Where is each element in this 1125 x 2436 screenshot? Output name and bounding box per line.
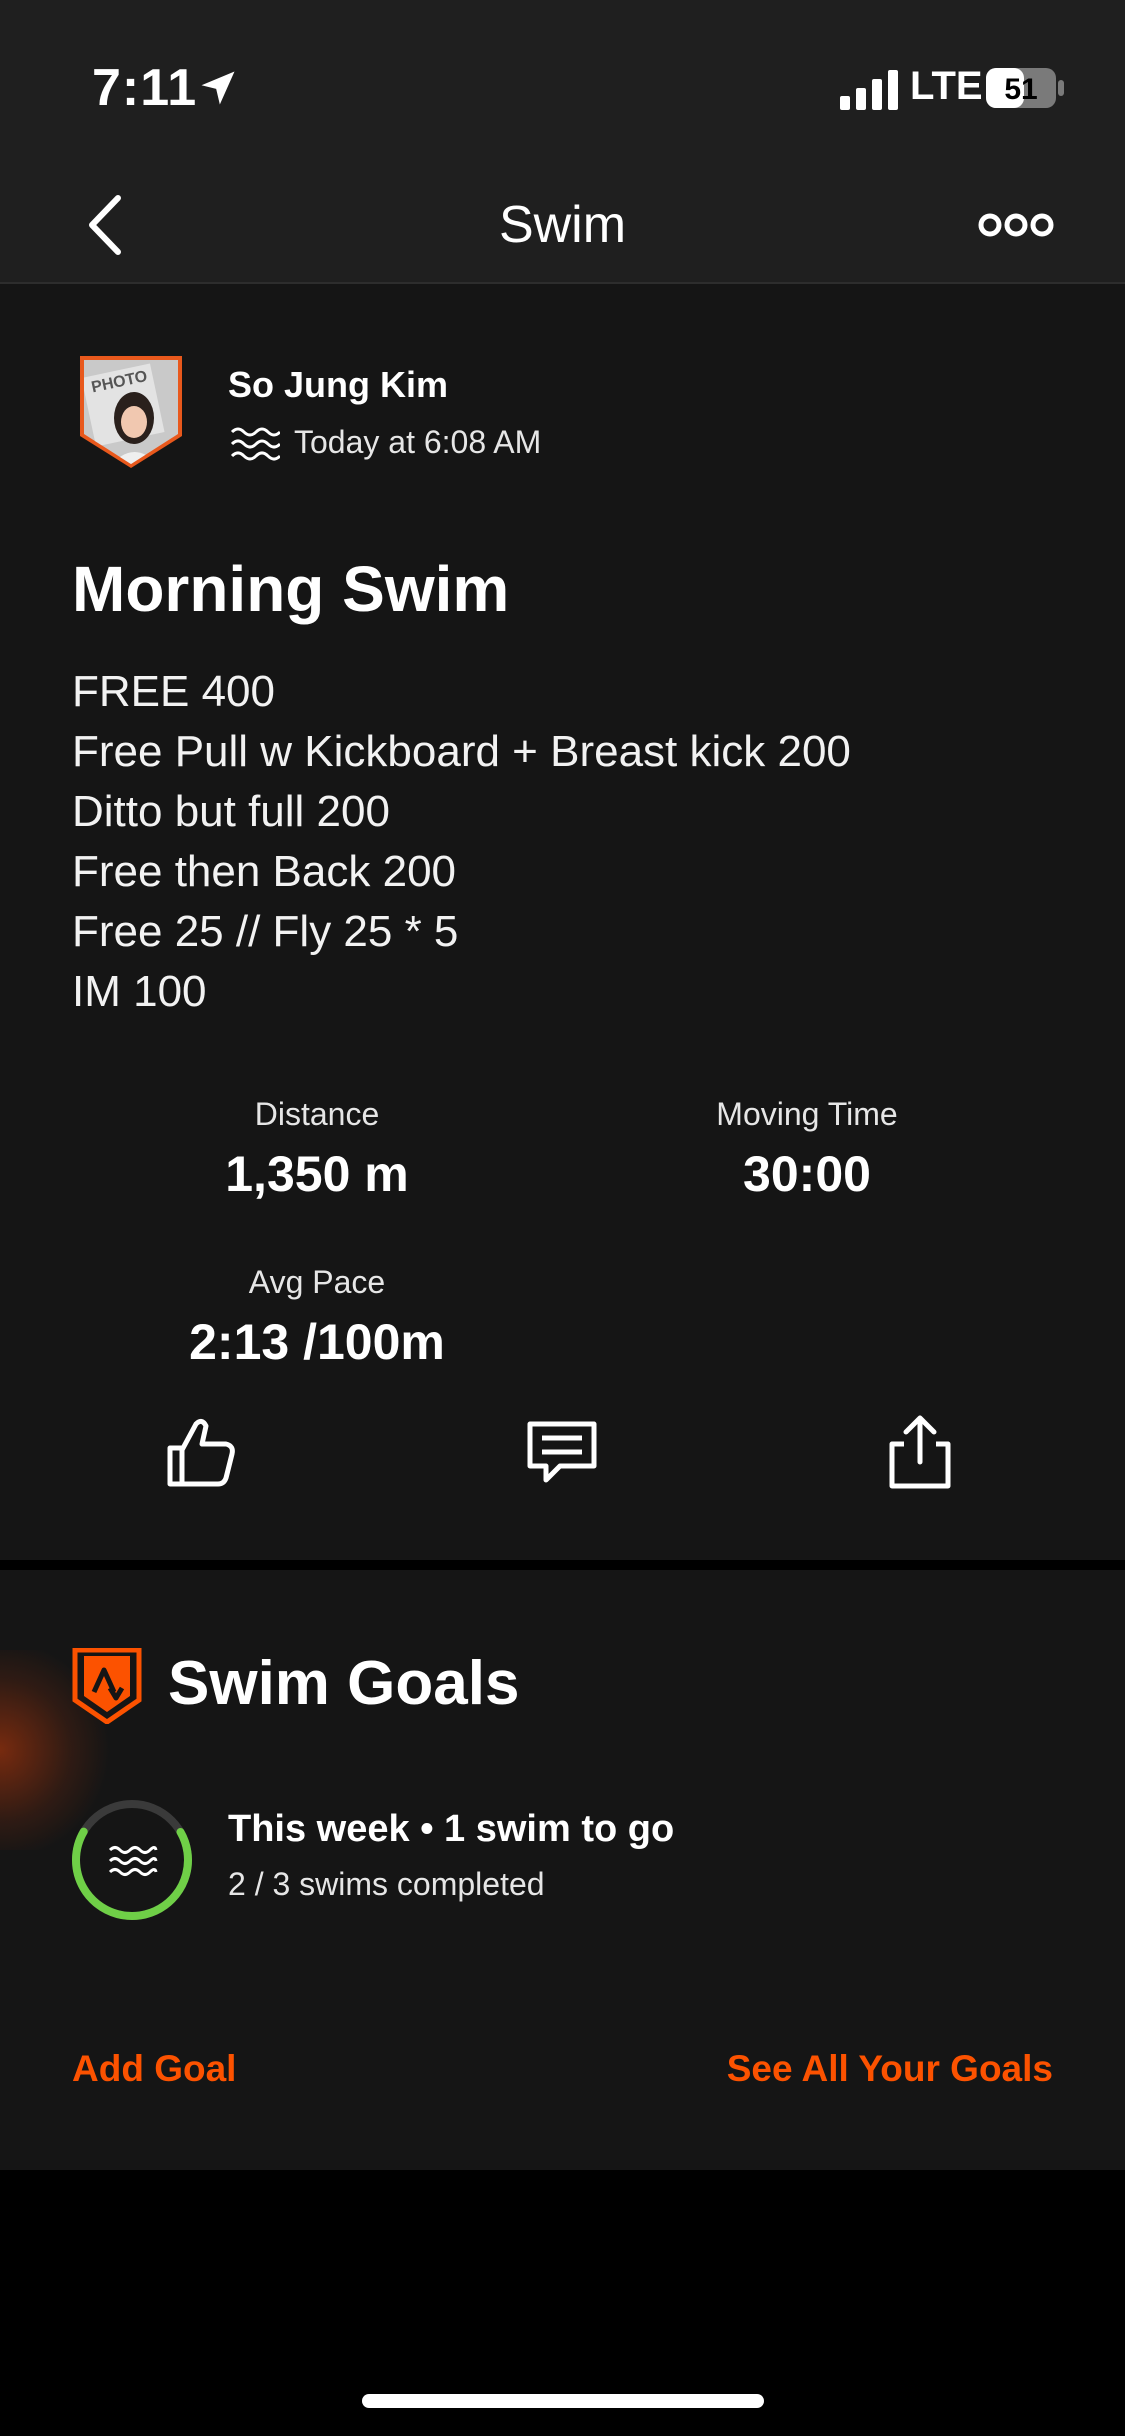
activity-card: PHOTO So Jung Kim Today at 6:08 AM Morni… bbox=[0, 284, 1125, 1560]
description-line: Free 25 // Fly 25 * 5 bbox=[72, 907, 459, 956]
goal-headline: This week • 1 swim to go bbox=[228, 1808, 675, 1850]
location-arrow-icon bbox=[201, 71, 235, 105]
stat-avg-pace: Avg Pace 2:13 /100m bbox=[117, 1264, 517, 1371]
swim-icon bbox=[230, 427, 280, 461]
network-type: LTE bbox=[910, 64, 983, 108]
stat-value: 30:00 bbox=[743, 1146, 871, 1202]
nav-bar: Swim bbox=[0, 170, 1125, 284]
battery-level: 51 bbox=[1004, 73, 1037, 106]
stat-label: Distance bbox=[254, 1096, 380, 1132]
battery-icon: 51 bbox=[986, 68, 1064, 108]
activity-date: Today at 6:08 AM bbox=[294, 424, 542, 460]
cellular-signal-icon bbox=[840, 70, 898, 110]
status-time: 7:11 bbox=[92, 59, 198, 117]
description-line: FREE 400 bbox=[72, 667, 275, 716]
stat-value: 1,350 m bbox=[225, 1146, 409, 1202]
more-options-icon[interactable] bbox=[978, 200, 1054, 250]
avatar[interactable]: PHOTO bbox=[78, 356, 184, 468]
description-line: IM 100 bbox=[72, 967, 207, 1016]
stat-label: Moving Time bbox=[716, 1096, 898, 1132]
see-all-goals-button[interactable]: See All Your Goals bbox=[727, 2048, 1053, 2090]
stat-label: Avg Pace bbox=[248, 1264, 386, 1300]
goal-subtitle: 2 / 3 swims completed bbox=[228, 1866, 545, 1902]
comment-icon[interactable] bbox=[522, 1412, 602, 1492]
description-line: Free Pull w Kickboard + Breast kick 200 bbox=[72, 727, 851, 776]
home-indicator[interactable] bbox=[362, 2394, 764, 2408]
status-bar: 7:11 LTE 51 bbox=[0, 0, 1125, 170]
add-goal-button[interactable]: Add Goal bbox=[72, 2048, 236, 2090]
activity-title: Morning Swim bbox=[72, 553, 510, 625]
description-line: Free then Back 200 bbox=[72, 847, 457, 896]
page-title: Swim bbox=[498, 196, 627, 254]
swim-goals-card: Swim Goals This week • 1 swim to go 2 / … bbox=[0, 1570, 1125, 2170]
activity-description: FREE 400 Free Pull w Kickboard + Breast … bbox=[72, 662, 1072, 1022]
description-line: Ditto but full 200 bbox=[72, 787, 390, 836]
stat-value: 2:13 /100m bbox=[189, 1314, 445, 1370]
goals-title: Swim Goals bbox=[168, 1649, 520, 1718]
kudos-thumbs-up-icon[interactable] bbox=[162, 1412, 242, 1492]
swim-icon bbox=[108, 1846, 158, 1876]
athlete-name[interactable]: So Jung Kim bbox=[228, 364, 448, 406]
goals-badge-icon bbox=[72, 1648, 142, 1724]
share-icon[interactable] bbox=[880, 1412, 960, 1492]
goal-progress-ring bbox=[72, 1800, 192, 1920]
stat-distance: Distance 1,350 m bbox=[117, 1096, 517, 1203]
stat-moving-time: Moving Time 30:00 bbox=[607, 1096, 1007, 1203]
